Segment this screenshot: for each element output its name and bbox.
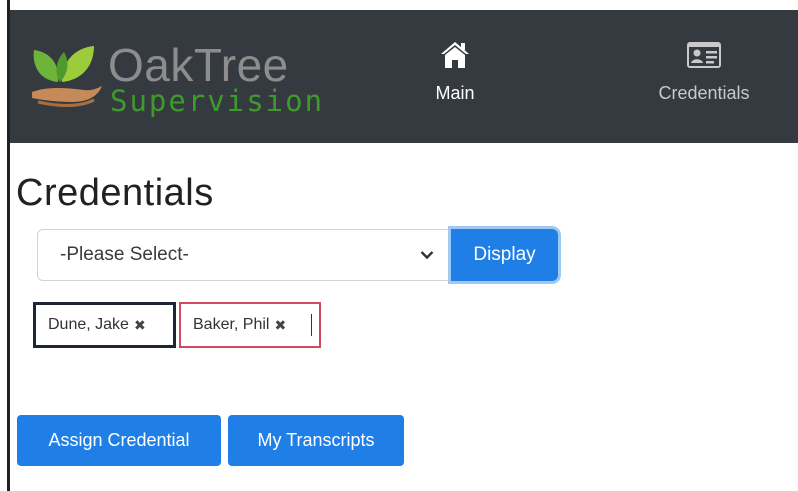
assign-credential-button[interactable]: Assign Credential <box>17 415 221 466</box>
nav-credentials-label: Credentials <box>658 83 750 103</box>
display-button[interactable]: Display <box>451 229 558 281</box>
close-icon[interactable]: ✖ <box>134 317 146 334</box>
brand-logo[interactable]: OakTree Supervision <box>28 36 322 126</box>
tag-item[interactable]: Dune, Jake ✖ <box>33 302 176 348</box>
nav-item-main[interactable]: Main <box>395 40 515 104</box>
navbar: OakTree Supervision Main Credentials <box>10 10 798 143</box>
brand-name: OakTree <box>108 39 289 91</box>
nav-item-credentials[interactable]: Credentials <box>644 40 764 104</box>
brand-subtitle: Supervision <box>110 84 325 118</box>
text-cursor <box>311 314 312 336</box>
page-title: Credentials <box>16 172 214 214</box>
left-border <box>0 0 10 491</box>
nav-main-label: Main <box>435 83 475 103</box>
top-strip <box>0 0 798 10</box>
home-icon <box>441 42 469 68</box>
credential-select[interactable]: -Please Select- <box>37 229 451 281</box>
tag-label: Baker, Phil <box>193 316 270 333</box>
close-icon[interactable]: ✖ <box>274 317 286 334</box>
select-value: -Please Select- <box>60 244 189 265</box>
tag-item[interactable]: Baker, Phil ✖ <box>179 302 321 348</box>
tag-label: Dune, Jake <box>48 316 129 333</box>
chevron-down-icon <box>420 251 434 260</box>
id-card-icon <box>687 42 721 68</box>
my-transcripts-button[interactable]: My Transcripts <box>228 415 404 466</box>
leaf-hand-icon <box>32 46 102 107</box>
